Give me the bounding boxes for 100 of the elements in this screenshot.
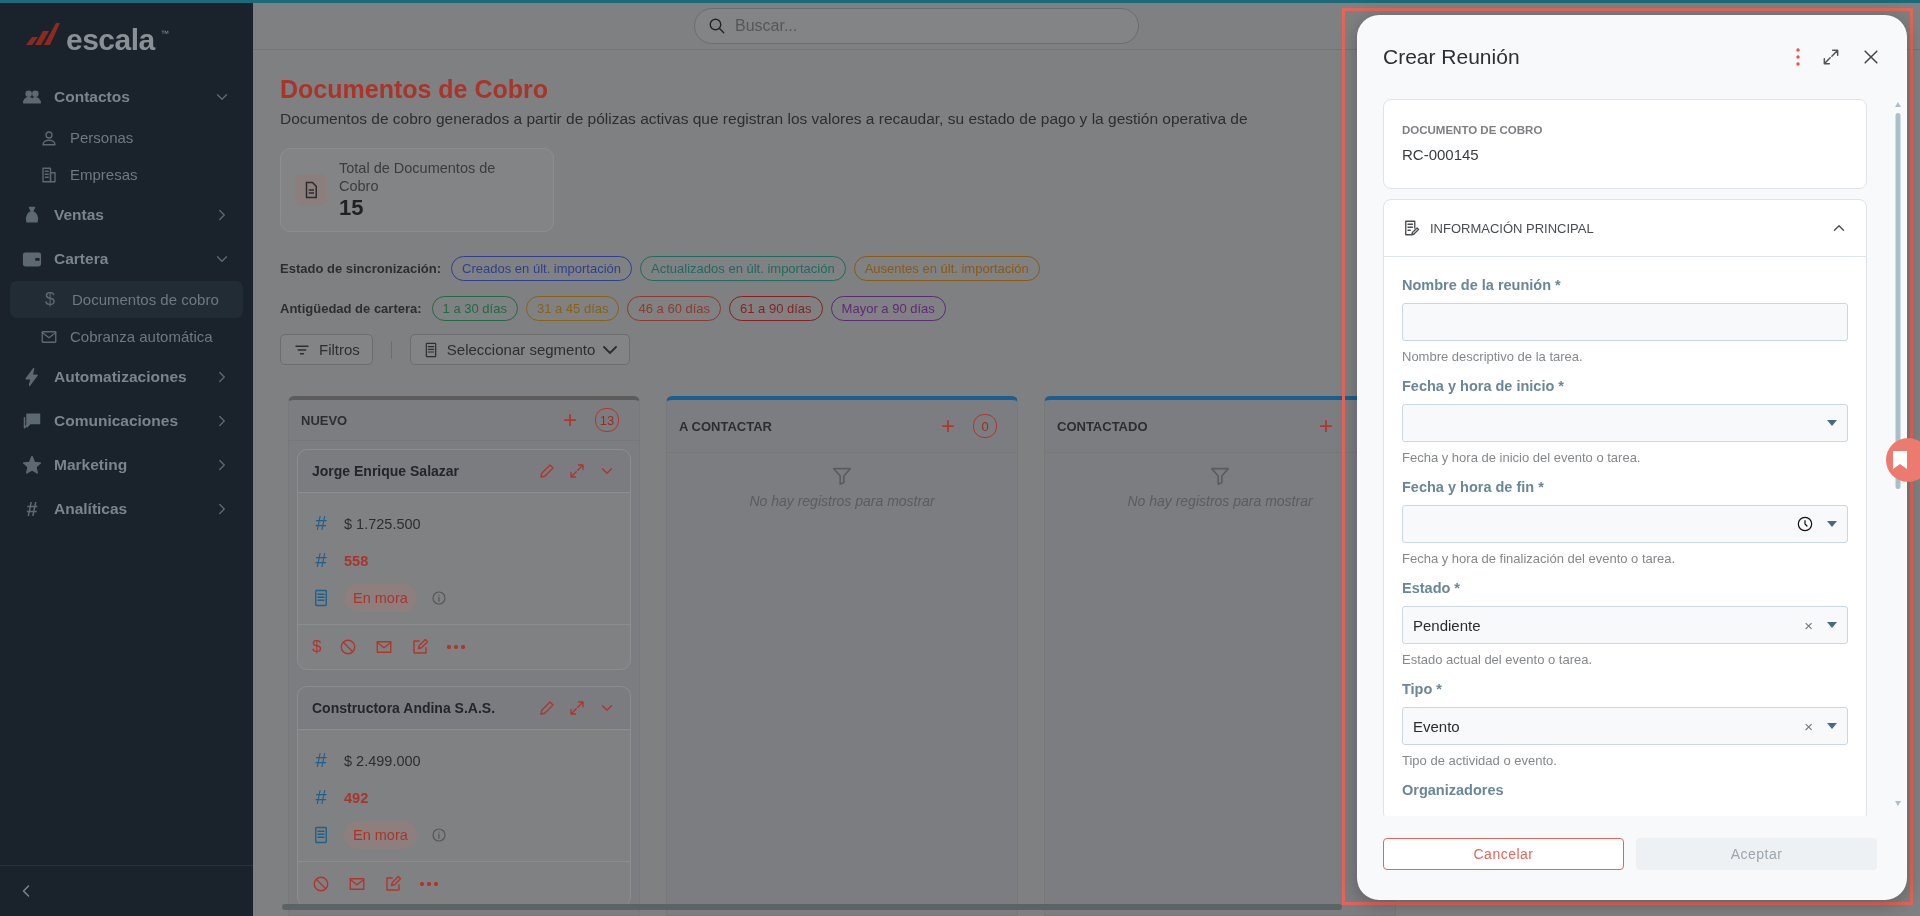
section-header[interactable]: INFORMACIÓN PRINCIPAL (1384, 200, 1866, 257)
hash-icon: # (312, 786, 330, 809)
nav-group[interactable]: Contactos (10, 75, 243, 119)
chat-icon (22, 411, 42, 431)
dropdown-caret-icon (1827, 622, 1837, 628)
nav-item[interactable]: Personas (10, 119, 243, 156)
dropdown-caret-icon (1827, 723, 1837, 729)
mail-icon (375, 638, 394, 656)
expand-icon (568, 699, 586, 717)
more-vertical-icon[interactable] (1795, 47, 1801, 67)
card-title: Constructora Andina S.A.S. (312, 700, 497, 716)
nav-group[interactable]: Ventas (10, 193, 243, 237)
date-field[interactable] (1402, 404, 1848, 442)
count-badge: 0 (973, 414, 997, 438)
building-icon (40, 165, 58, 184)
dropdown-caret-icon (1827, 420, 1837, 426)
amount-text: $ 1.725.500 (344, 515, 421, 532)
field-label: Estado * (1402, 580, 1461, 598)
field-label: Organizadores (1402, 782, 1505, 800)
nav-group[interactable]: Automatizaciones (10, 355, 243, 399)
filters-button[interactable]: Filtros (280, 334, 373, 365)
pencil-icon (538, 699, 556, 717)
cancel-button[interactable]: Cancelar (1383, 838, 1624, 870)
wallet-icon (22, 249, 42, 269)
nav-group[interactable]: Marketing (10, 443, 243, 487)
person-icon (40, 128, 58, 147)
hash-icon: # (312, 549, 330, 572)
record-card[interactable]: Jorge Enrique Salazar # $ 1.725.500 # 558 En mora $ (297, 449, 631, 670)
search-icon (708, 17, 726, 35)
nav-group[interactable]: Cartera (10, 237, 243, 281)
select-field[interactable]: Pendiente × (1402, 606, 1848, 644)
filter-chip[interactable]: Creados en últ. importación (451, 255, 633, 281)
clock-icon (1797, 516, 1813, 532)
status-badge: En mora (344, 820, 417, 849)
column-title: NUEVO (301, 412, 349, 428)
edit-icon (384, 875, 402, 893)
notes-icon (1402, 219, 1420, 237)
people-icon (22, 87, 42, 107)
help-text: Nombre descriptivo de la tarea. (1402, 349, 1584, 364)
ban-icon (312, 875, 330, 893)
count-badge: 13 (595, 408, 619, 432)
hash-icon: # (22, 497, 42, 521)
chevron-down-icon (603, 345, 618, 354)
field-label: Fecha y hora de inicio * (1402, 378, 1565, 396)
nav-item[interactable]: Cobranza automática (10, 318, 243, 355)
column-title: A CONTACTAR (679, 418, 773, 434)
more-icon (420, 882, 438, 886)
column-title: CONTACTADO (1057, 418, 1149, 434)
nav-group[interactable]: Comunicaciones (10, 399, 243, 443)
logo-text: escala (66, 23, 155, 57)
help-text: Fecha y hora de inicio del evento o tarea. (1402, 450, 1642, 465)
nav-group[interactable]: # Analíticas (10, 487, 243, 531)
field-label: Nombre de la reunión * (1402, 277, 1562, 295)
record-card[interactable]: Constructora Andina S.A.S. # $ 2.499.000 # 492 En mora (297, 686, 631, 907)
filter-icon (831, 465, 853, 487)
hash-icon: # (312, 512, 330, 535)
filter-chip[interactable]: 61 a 90 días (729, 295, 823, 321)
segment-select[interactable]: Seleccionar segmento (409, 334, 631, 365)
help-text: Tipo de actividad o evento. (1402, 753, 1558, 768)
days-text: 492 (344, 789, 369, 806)
star-icon (22, 455, 42, 475)
document-icon (312, 824, 330, 845)
clear-icon[interactable]: × (1804, 717, 1813, 735)
text-field[interactable] (1402, 303, 1848, 341)
filter-label: Estado de sincronización: (280, 260, 442, 276)
pencil-icon (538, 462, 556, 480)
more-icon (447, 645, 466, 649)
days-text: 558 (344, 552, 369, 569)
filter-chip[interactable]: Mayor a 90 días (830, 295, 946, 321)
clear-icon[interactable]: × (1804, 616, 1813, 634)
page-description: Documentos de cobro generados a partir de pólizas activas que registran los valores a recaudar, su estado de pago y la gestión operativa de (280, 110, 1249, 128)
dollar-icon: $ (40, 289, 60, 310)
logo-icon (26, 23, 60, 45)
field-label: Tipo * (1402, 681, 1443, 699)
field-label: Fecha y hora de fin * (1402, 479, 1545, 497)
select-field[interactable]: Evento × (1402, 707, 1848, 745)
filter-icon (1209, 465, 1231, 487)
stat-value: 15 (339, 195, 365, 221)
card-title: Jorge Enrique Salazar (312, 463, 461, 479)
expand-icon (1821, 47, 1841, 67)
document-label: DOCUMENTO DE COBRO (1402, 124, 1544, 136)
filter-chip[interactable]: 46 a 60 días (627, 295, 722, 321)
datetime-field[interactable] (1402, 505, 1848, 543)
info-icon (430, 826, 447, 843)
dropdown-caret-icon (1827, 521, 1837, 527)
scrollbar[interactable] (282, 904, 1342, 910)
nav-item[interactable]: Empresas (10, 156, 243, 193)
dialog-title: Crear Reunión (1383, 45, 1521, 69)
trademark-sign: ™ (160, 29, 169, 38)
info-icon (430, 589, 447, 606)
status-badge: En mora (344, 583, 417, 612)
hash-icon: # (312, 749, 330, 772)
document-number: RC-000145 (1402, 146, 1480, 163)
nav-item[interactable]: $ Documentos de cobro (10, 281, 243, 318)
document-icon (312, 587, 330, 608)
edit-icon (411, 638, 430, 656)
amount-text: $ 2.499.000 (344, 752, 421, 769)
help-text: Fecha y hora de finalización del evento o tarea. (1402, 551, 1677, 566)
ban-icon (339, 638, 358, 656)
help-text: Estado actual del evento o tarea. (1402, 652, 1594, 667)
